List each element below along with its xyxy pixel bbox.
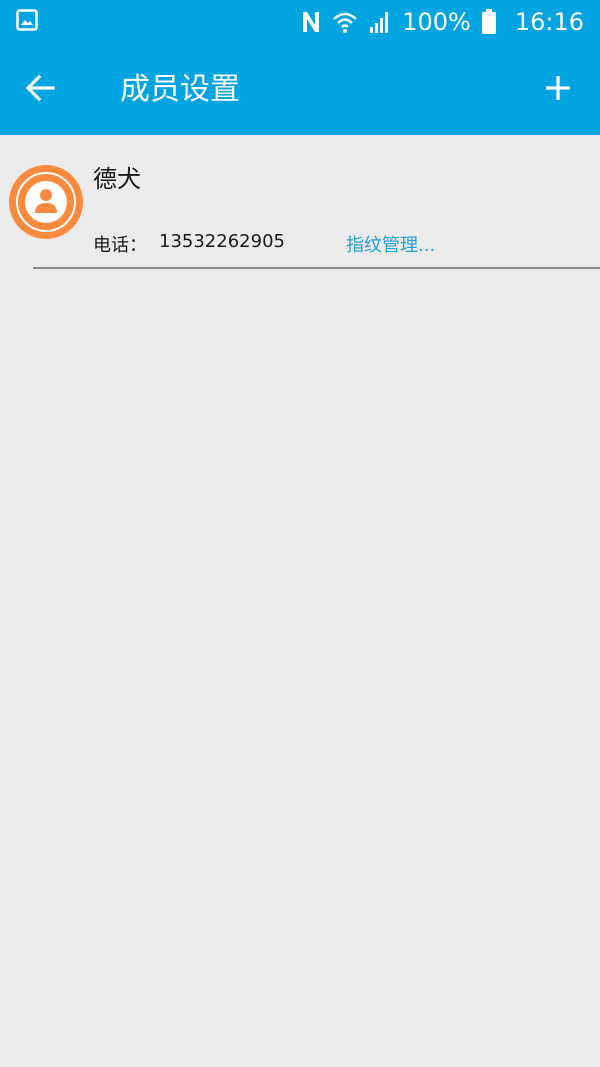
gallery-icon [16, 9, 38, 31]
wifi-icon [332, 10, 358, 34]
member-name: 德犬 [93, 165, 141, 193]
app-bar: 成员设置 [0, 44, 600, 135]
member-list-item[interactable]: 德犬 电话： 13532262905 指纹管理... [0, 135, 600, 269]
status-time: 16:16 [514, 8, 584, 36]
arrow-left-icon [25, 74, 55, 105]
phone-label: 电话： [93, 235, 147, 256]
add-member-button[interactable] [538, 70, 578, 110]
back-button[interactable] [20, 70, 60, 110]
fingerprint-manage-link[interactable]: 指纹管理... [346, 231, 435, 257]
status-bar: 100% 16:16 [0, 0, 600, 44]
member-list: 德犬 电话： 13532262905 指纹管理... [0, 135, 600, 269]
nfc-icon [300, 10, 322, 34]
phone-value: 13532262905 [159, 231, 285, 252]
avatar [8, 164, 84, 240]
signal-icon [368, 10, 392, 34]
battery-icon [481, 9, 497, 35]
divider [33, 267, 600, 269]
page-title: 成员设置 [120, 72, 240, 107]
battery-percent: 100% [402, 8, 471, 36]
plus-icon [545, 75, 571, 105]
status-indicators: 100% 16:16 [300, 0, 584, 44]
